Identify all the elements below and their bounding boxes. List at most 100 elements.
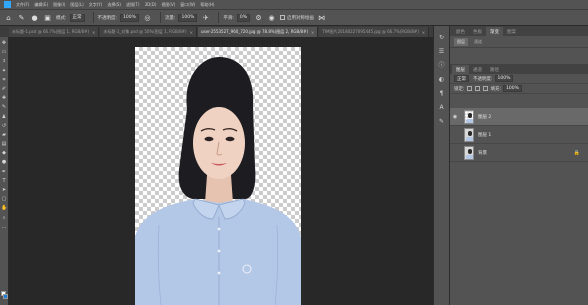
- menu-filter[interactable]: 滤镜(T): [126, 0, 140, 9]
- close-icon[interactable]: ×: [422, 30, 425, 35]
- symmetry-label: 启用对称绘画: [287, 15, 315, 21]
- menu-file[interactable]: 文件(F): [16, 0, 29, 9]
- pressure-size-icon[interactable]: ◉: [267, 13, 276, 22]
- tab-color[interactable]: 颜色: [452, 27, 469, 36]
- tab-patterns[interactable]: 图案: [503, 27, 520, 36]
- button-1: [217, 227, 221, 231]
- menu-type[interactable]: 文字(Y): [89, 0, 103, 9]
- close-icon[interactable]: ×: [190, 30, 193, 35]
- paragraph-icon[interactable]: ¶: [437, 90, 446, 98]
- lock-image-icon[interactable]: [474, 86, 480, 91]
- zoom-tool-icon[interactable]: ⌕: [1, 215, 7, 221]
- eyedropper-tool-icon[interactable]: ✐: [1, 86, 7, 92]
- panel-subbar: 图层 通道: [450, 36, 588, 48]
- tab-document-1[interactable]: 未标题-1.psd @ 66.7%(图层 1, RGB/8#) ×: [9, 27, 100, 37]
- hand-tool-icon[interactable]: ✋: [1, 205, 7, 211]
- layer-thumbnail: [464, 109, 474, 124]
- gradient-tool-icon[interactable]: ▤: [1, 141, 7, 147]
- path-select-tool-icon[interactable]: ➤: [1, 187, 7, 193]
- menu-image[interactable]: 图像(I): [53, 0, 65, 9]
- lock-transparent-icon[interactable]: [466, 86, 472, 91]
- opacity-field[interactable]: 100%: [120, 13, 139, 22]
- quick-select-tool-icon[interactable]: ✦: [1, 68, 7, 74]
- right-eye: [225, 136, 235, 142]
- brush-tool-icon[interactable]: ✎: [1, 104, 7, 110]
- history-icon[interactable]: ↻: [437, 34, 446, 42]
- tab-channels[interactable]: 通道: [469, 65, 486, 74]
- color-panel-tabs: 颜色 色板 渐变 图案: [450, 26, 588, 36]
- tab-swatches[interactable]: 色板: [469, 27, 486, 36]
- more-tools-icon[interactable]: …: [1, 224, 7, 230]
- neck-shape: [205, 175, 233, 203]
- home-icon[interactable]: ⌂: [4, 13, 13, 22]
- clone-stamp-tool-icon[interactable]: ♟: [1, 114, 7, 120]
- lasso-tool-icon[interactable]: ↄ: [1, 58, 7, 64]
- tab-label: 未标题-1.psd @ 66.7%(图层 1, RGB/8#): [12, 29, 90, 34]
- menu-layer[interactable]: 图层(L): [70, 0, 83, 9]
- collapsed-panels-strip: ↻ ☰ ⓘ ◐ ¶ A ✎: [433, 26, 450, 305]
- menu-view[interactable]: 视图(V): [161, 0, 175, 9]
- info-icon[interactable]: ⓘ: [437, 62, 446, 70]
- layers-panel-tabs: 图层 通道 路径: [450, 64, 588, 74]
- properties-icon[interactable]: ☰: [437, 48, 446, 56]
- close-icon[interactable]: ×: [92, 30, 95, 35]
- smooth-field[interactable]: 0%: [236, 13, 251, 22]
- opacity-label: 不透明度:: [473, 76, 493, 82]
- flow-field[interactable]: 100%: [178, 13, 198, 22]
- menu-window[interactable]: 窗口(W): [180, 0, 195, 9]
- tab-layers[interactable]: 图层: [452, 65, 469, 74]
- eye-icon[interactable]: ◉: [450, 114, 460, 120]
- brush-settings-panel-icon[interactable]: ✎: [437, 118, 446, 126]
- sub-channels-button[interactable]: 通道: [471, 38, 485, 46]
- button-2: [217, 249, 221, 253]
- brush-preset-icon[interactable]: ●: [30, 13, 39, 22]
- layer-row-layer-1[interactable]: 图层 1: [450, 126, 588, 144]
- rectangle-tool-icon[interactable]: ▢: [1, 196, 7, 202]
- document-canvas[interactable]: [135, 47, 301, 305]
- tab-paths[interactable]: 路径: [486, 65, 503, 74]
- symmetry-icon[interactable]: ⋈: [317, 13, 326, 22]
- brush-tool-icon[interactable]: ✎: [17, 13, 26, 22]
- tab-document-4[interactable]: TIM图片20180227095445.jpg @ 66.7%(RGB/8#) ×: [319, 27, 430, 37]
- blend-mode-select[interactable]: 正常: [454, 75, 469, 82]
- healing-brush-tool-icon[interactable]: ✚: [1, 95, 7, 101]
- menu-select[interactable]: 选择(S): [107, 0, 121, 9]
- layers-lock-row: 锁定: 填充: 100%: [450, 84, 588, 94]
- airbrush-icon[interactable]: ✈: [201, 13, 210, 22]
- menu-3d[interactable]: 3D(D): [145, 0, 157, 9]
- smooth-settings-icon[interactable]: ⚙: [254, 13, 263, 22]
- move-tool-icon[interactable]: ✥: [1, 40, 7, 46]
- background-color-swatch[interactable]: [3, 294, 8, 299]
- blur-tool-icon[interactable]: ◆: [1, 150, 7, 156]
- mode-select[interactable]: 正常: [69, 13, 85, 22]
- photoshop-logo-icon: [4, 1, 11, 8]
- tab-document-2[interactable]: 未标题-1_对象.psd @ 50%(图层 1, RGB/8#) ×: [100, 27, 197, 37]
- character-icon[interactable]: A: [437, 104, 446, 112]
- lock-position-icon[interactable]: [482, 86, 488, 91]
- crop-tool-icon[interactable]: ⌗: [1, 77, 7, 83]
- tab-label: TIM图片20180227095445.jpg @ 66.7%(RGB/8#): [322, 29, 419, 34]
- history-brush-tool-icon[interactable]: ↺: [1, 123, 7, 129]
- layer-opacity-field[interactable]: 100%: [494, 75, 514, 82]
- close-icon[interactable]: ×: [311, 30, 314, 35]
- dodge-tool-icon[interactable]: ●: [1, 159, 7, 165]
- sub-layers-button[interactable]: 图层: [454, 37, 468, 46]
- layer-row-background[interactable]: 背景 🔒: [450, 144, 588, 162]
- marquee-tool-icon[interactable]: ▭: [1, 49, 7, 55]
- eraser-tool-icon[interactable]: ▰: [1, 132, 7, 138]
- layer-fill-field[interactable]: 100%: [503, 85, 522, 92]
- mode-label: 模式:: [56, 15, 67, 21]
- menu-help[interactable]: 帮助(H): [200, 0, 214, 9]
- layer-row-layer-2[interactable]: ◉ 图层 2: [450, 108, 588, 126]
- symmetry-checkbox[interactable]: [280, 15, 286, 20]
- brush-settings-icon[interactable]: ▣: [43, 13, 52, 22]
- type-tool-icon[interactable]: T: [1, 178, 7, 184]
- tab-document-3[interactable]: user-2553527_960_720.jpg @ 78.8%(图层 2, R…: [197, 27, 319, 37]
- adjustments-icon[interactable]: ◐: [437, 76, 446, 84]
- pressure-opacity-icon[interactable]: ◎: [143, 13, 152, 22]
- pen-tool-icon[interactable]: ✒: [1, 169, 7, 175]
- layer-name: 图层 1: [478, 132, 492, 138]
- tab-gradients[interactable]: 渐变: [486, 27, 503, 36]
- document-tabs: 未标题-1.psd @ 66.7%(图层 1, RGB/8#) × 未标题-1_对…: [0, 26, 433, 37]
- menu-edit[interactable]: 编辑(E): [34, 0, 48, 9]
